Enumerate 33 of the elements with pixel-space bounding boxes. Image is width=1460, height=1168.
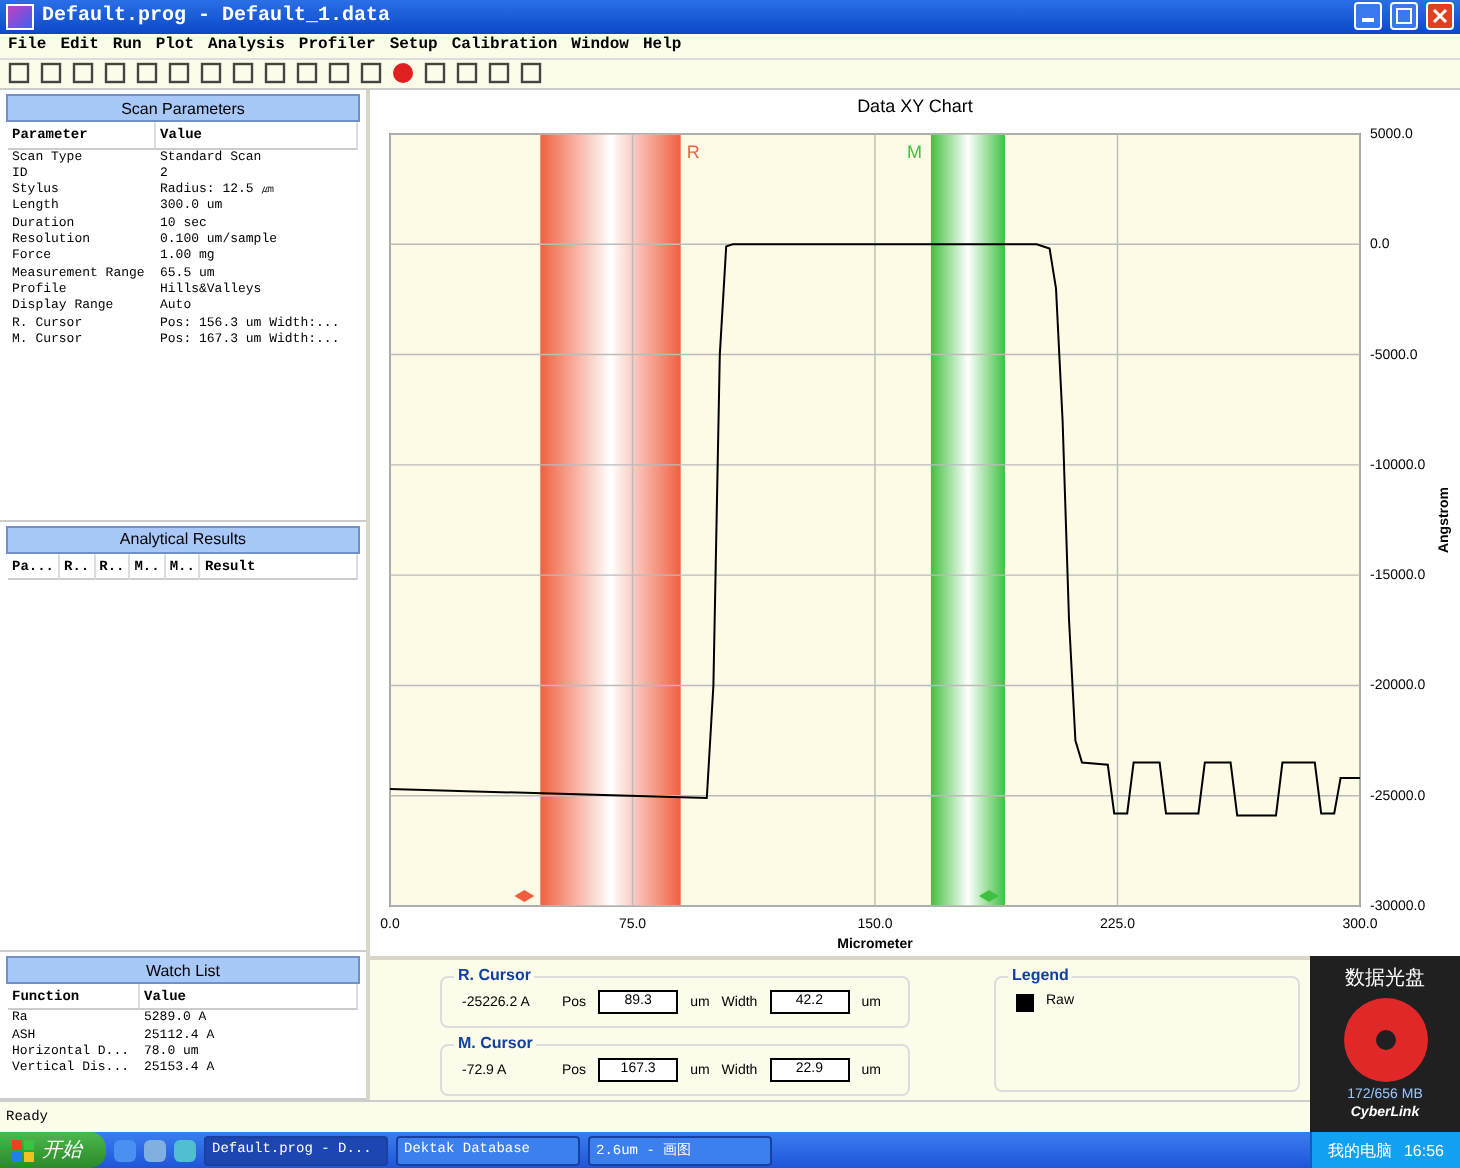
cursor-label: R: [686, 142, 700, 163]
menu-item[interactable]: Window: [571, 36, 629, 55]
menu-item[interactable]: Analysis: [208, 36, 285, 55]
app-icon: [6, 3, 34, 30]
group-title: R. Cursor: [454, 966, 535, 985]
menu-item[interactable]: Profiler: [298, 36, 376, 55]
menu-item[interactable]: Run: [112, 36, 142, 55]
menu-item[interactable]: Help: [642, 36, 682, 55]
section-header: Analytical Results: [6, 525, 360, 554]
menu-item[interactable]: File: [8, 36, 47, 55]
group-title: Legend: [1008, 966, 1073, 985]
chart-title: Data XY Chart: [855, 94, 975, 121]
menu-item[interactable]: Edit: [60, 36, 99, 55]
drag-arrows-icon[interactable]: [514, 890, 535, 903]
stop-icon[interactable]: [392, 62, 414, 85]
close-icon: [1432, 8, 1448, 25]
menu-item[interactable]: Calibration: [451, 36, 558, 55]
menu-item[interactable]: Plot: [155, 36, 195, 55]
clock: 16:56: [1403, 1141, 1444, 1160]
section-header: Scan Parameters: [6, 94, 360, 123]
maximize-button[interactable]: [1390, 2, 1418, 31]
group-title: M. Cursor: [454, 1034, 537, 1053]
windows-logo-icon: [12, 1139, 34, 1162]
close-button[interactable]: [1426, 2, 1454, 31]
window-title: Default.prog - Default_1.data: [42, 5, 393, 28]
menu-item[interactable]: Setup: [389, 36, 438, 55]
maximize-icon: [1396, 8, 1412, 25]
section-header: Watch List: [6, 956, 360, 985]
cursor-label: M: [906, 142, 922, 163]
minimize-button[interactable]: [1354, 2, 1382, 31]
widget-title: 数据光盘: [1345, 965, 1425, 992]
cursor-band[interactable]: [540, 134, 681, 907]
tray-label: 我的电脑: [1327, 1139, 1392, 1162]
